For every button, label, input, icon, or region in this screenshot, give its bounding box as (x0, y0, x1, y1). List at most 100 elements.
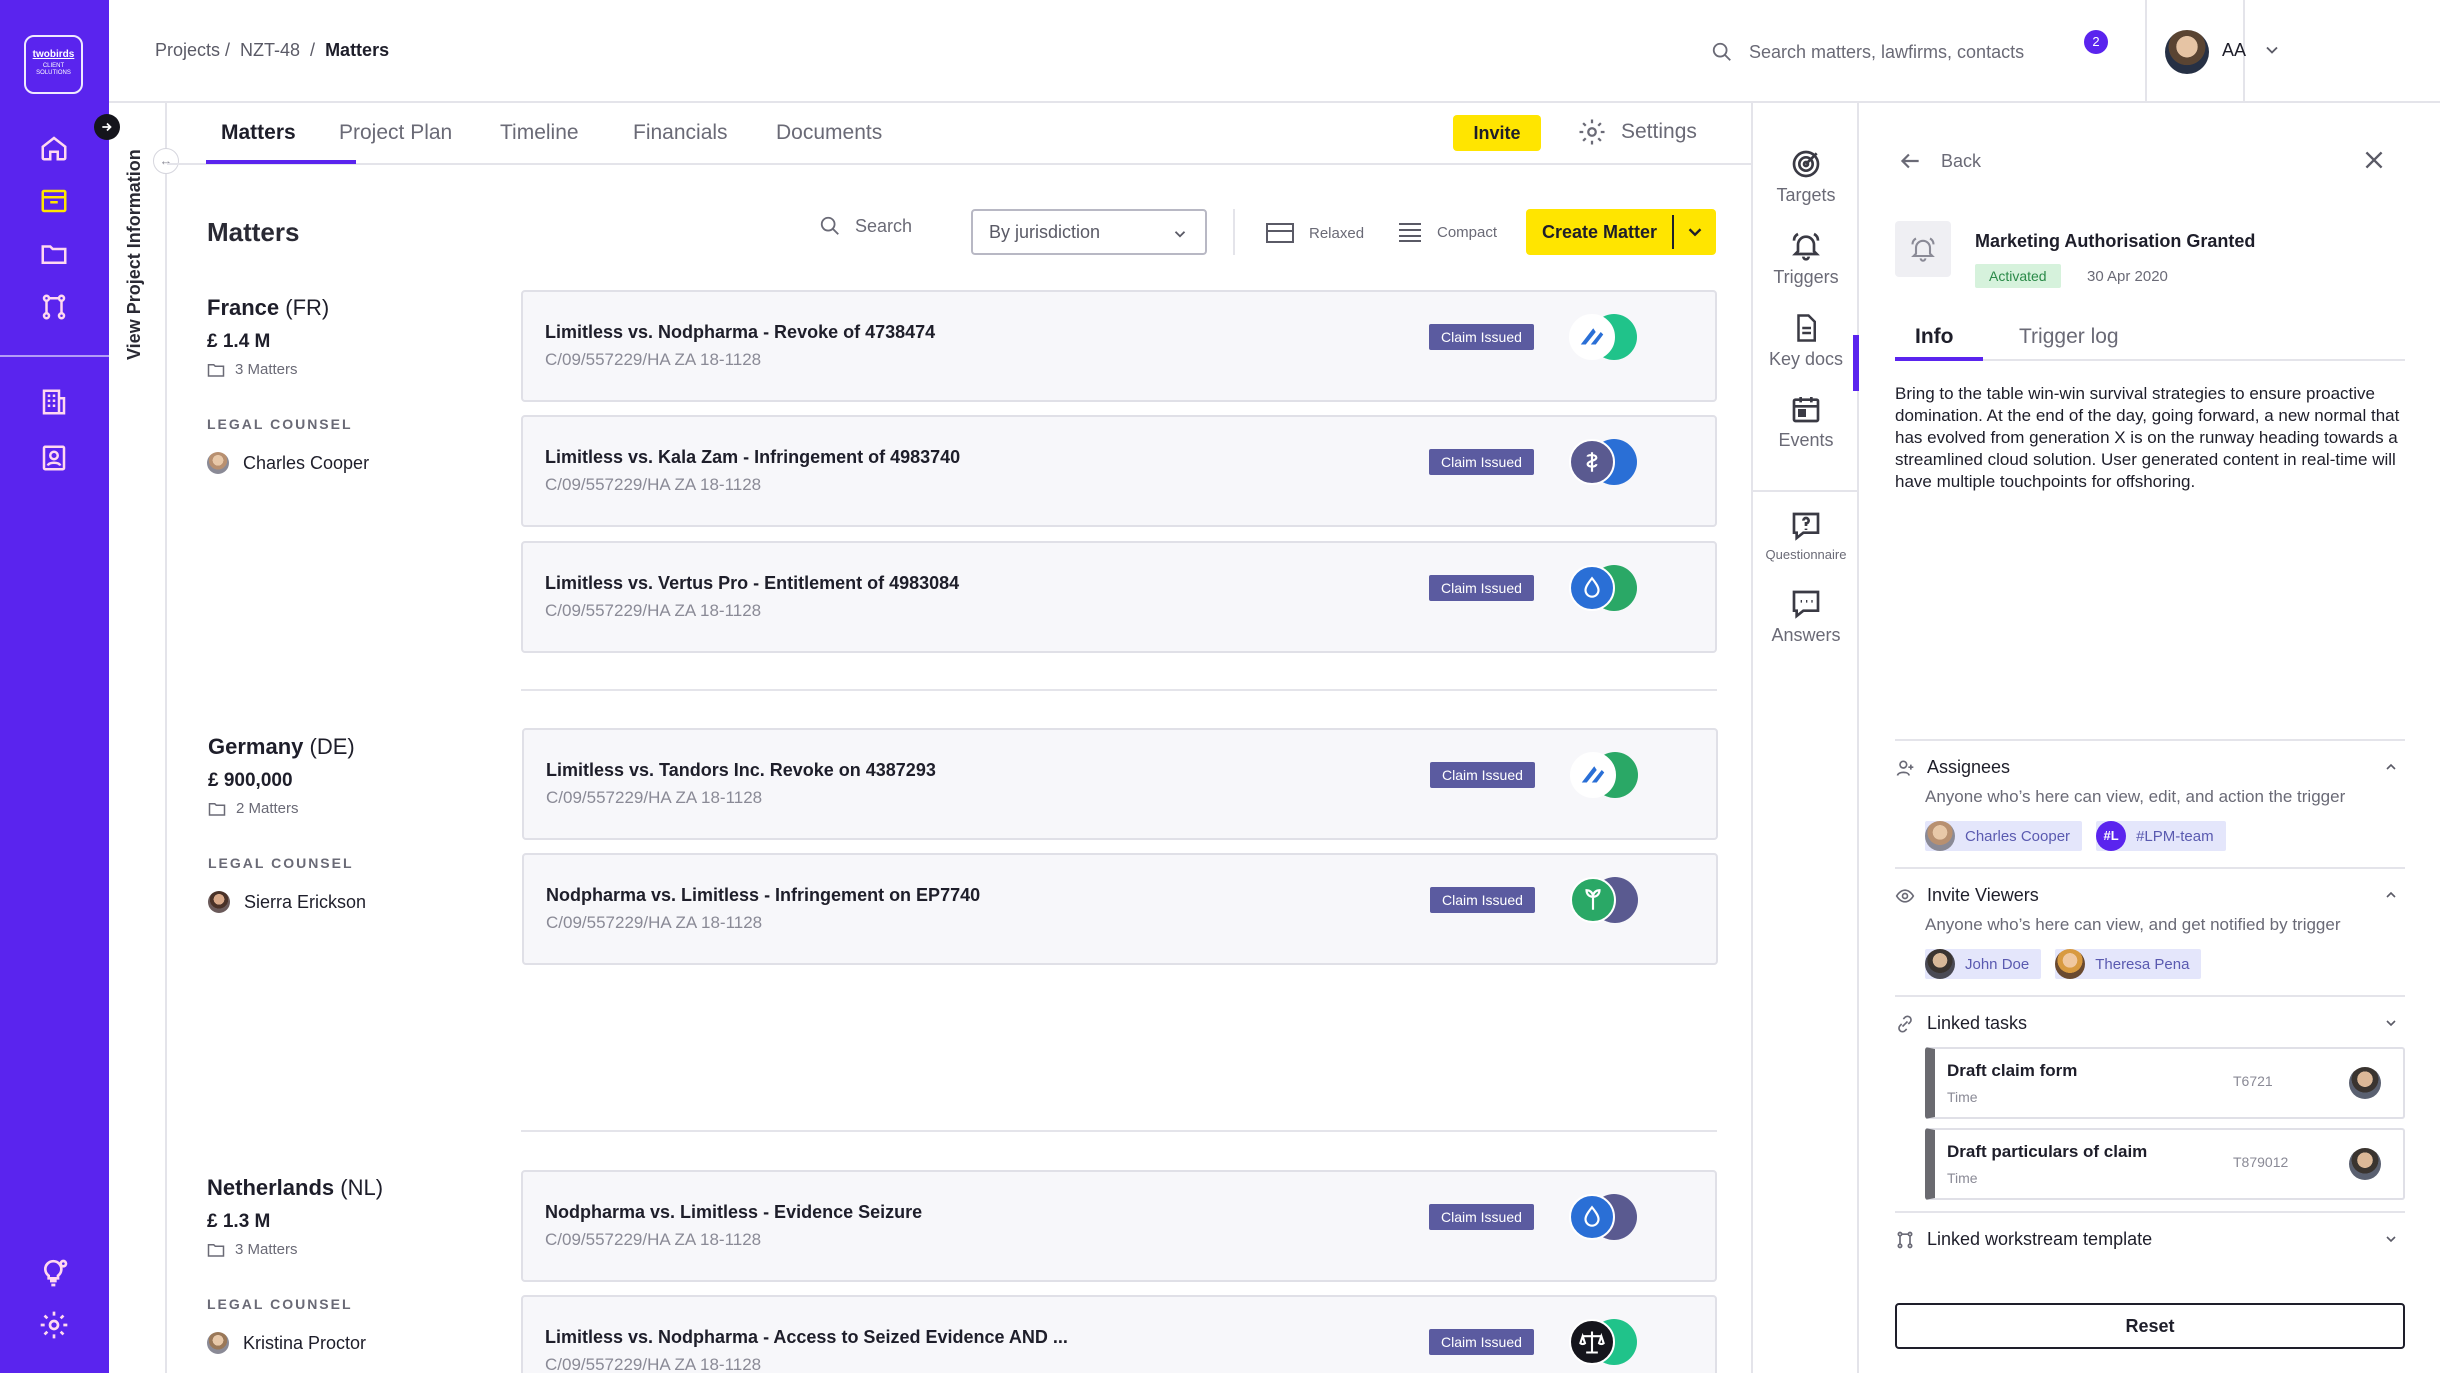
left-rail: twobirds CLIENT SOLUTIONS (0, 0, 109, 1373)
matters-count: 3 Matters (235, 361, 298, 378)
trigger-icon-column: Targets Triggers Key docs Events Questio… (1751, 103, 1859, 1373)
chat-icon (1792, 590, 1820, 619)
folder-icon (207, 1243, 225, 1257)
key-docs-nav-item[interactable]: Key docs (1753, 311, 1859, 370)
breadcrumb-project[interactable]: NZT-48 (240, 40, 300, 61)
status-badge: Claim Issued (1429, 1329, 1534, 1355)
chevron-up-icon[interactable] (2383, 759, 2399, 780)
icon-column-divider (1753, 490, 1859, 492)
company-logo[interactable]: twobirds CLIENT SOLUTIONS (24, 35, 83, 94)
global-search-placeholder: Search matters, lawfirms, contacts (1749, 41, 2025, 62)
compact-view-option[interactable]: Compact (1397, 221, 1497, 243)
folder-icon (207, 363, 225, 377)
reset-button[interactable]: Reset (1895, 1303, 2405, 1349)
matter-card[interactable]: Limitless vs. Vertus Pro - Entitlement o… (521, 541, 1717, 653)
trigger-bell-icon (1895, 221, 1951, 277)
events-nav-item[interactable]: Events (1753, 392, 1859, 451)
targets-label: Targets (1776, 185, 1836, 205)
folder-icon (208, 802, 226, 816)
main-tabs: Matters Project Plan Timeline Financials… (167, 103, 1751, 165)
linked-workstream-header[interactable]: Linked workstream template (1895, 1229, 2152, 1250)
matters-search[interactable]: Search (819, 215, 912, 237)
viewer-chips: John Doe Theresa Pena (1925, 949, 2202, 979)
logo-tagline: CLIENT SOLUTIONS (36, 63, 71, 76)
tab-matters[interactable]: Matters (221, 121, 296, 145)
invite-viewers-header[interactable]: Invite Viewers (1895, 885, 2039, 906)
invite-button[interactable]: Invite (1453, 115, 1541, 151)
workflow-icon[interactable] (37, 290, 71, 324)
triggers-nav-item[interactable]: Triggers (1753, 229, 1859, 288)
tab-financials[interactable]: Financials (633, 121, 728, 145)
breadcrumb-projects[interactable]: Projects / (155, 40, 230, 61)
group-divider (521, 1130, 1717, 1132)
tab-timeline[interactable]: Timeline (500, 121, 579, 145)
back-button[interactable]: Back (1897, 148, 1981, 174)
task-title: Draft claim form (1947, 1061, 2078, 1080)
assignee-chip[interactable]: Charles Cooper (1925, 821, 2083, 851)
user-avatar[interactable] (2165, 30, 2209, 74)
matter-card[interactable]: Nodpharma vs. Limitless - Evidence Seizu… (521, 1170, 1717, 1282)
linked-task[interactable]: Draft claim form Time T6721 (1925, 1047, 2405, 1119)
answers-nav-item[interactable]: Answers (1753, 587, 1859, 646)
matter-card[interactable]: Limitless vs. Tandors Inc. Revoke on 438… (522, 728, 1718, 840)
party-logos (1569, 563, 1639, 613)
expand-arrow-icon[interactable] (94, 114, 120, 140)
building-icon[interactable] (37, 385, 71, 419)
chevron-down-icon[interactable] (2383, 1015, 2399, 1036)
relaxed-view-option[interactable]: Relaxed (1265, 221, 1364, 245)
task-id: T879012 (2233, 1154, 2289, 1170)
chevron-down-icon[interactable] (1684, 221, 1706, 248)
team-chip[interactable]: #L #LPM-team (2096, 821, 2226, 851)
chevron-up-icon[interactable] (2383, 887, 2399, 908)
tab-project-plan[interactable]: Project Plan (339, 121, 452, 145)
settings-icon[interactable] (37, 1308, 71, 1342)
tab-info[interactable]: Info (1915, 325, 1953, 349)
task-id: T6721 (2233, 1073, 2273, 1089)
contact-icon[interactable] (37, 441, 71, 475)
viewer-chip[interactable]: Theresa Pena (2055, 949, 2202, 979)
questionnaire-nav-item[interactable]: Questionnaire (1753, 509, 1859, 562)
legal-counsel[interactable]: Charles Cooper (207, 452, 369, 474)
invite-viewers-section: Invite Viewers Anyone who’s here can vie… (1895, 867, 2405, 995)
user-initials[interactable]: AA (2222, 40, 2246, 61)
linked-task[interactable]: Draft particulars of claim Time T879012 (1925, 1128, 2405, 1200)
view-project-information[interactable]: View Project Information (124, 149, 145, 360)
bell-icon (1792, 232, 1820, 261)
relaxed-label: Relaxed (1309, 224, 1365, 242)
chevron-down-icon[interactable] (2383, 1231, 2399, 1252)
tab-trigger-log[interactable]: Trigger log (2019, 325, 2119, 349)
matter-card[interactable]: Limitless vs. Nodpharma - Access to Seiz… (521, 1295, 1717, 1373)
search-icon (1712, 42, 1731, 61)
home-icon[interactable] (37, 131, 71, 165)
logo-name: twobirds (32, 49, 75, 60)
matter-title: Nodpharma vs. Limitless - Evidence Seizu… (545, 1202, 923, 1222)
matter-card[interactable]: Limitless vs. Kala Zam - Infringement of… (521, 415, 1717, 527)
linked-tasks-header[interactable]: Linked tasks (1895, 1013, 2027, 1034)
global-search[interactable]: Search matters, lawfirms, contacts (1711, 36, 2211, 68)
status-badge: Activated (1975, 264, 2061, 288)
avatar (2055, 949, 2086, 979)
target-icon (1792, 150, 1820, 178)
lightbulb-gear-icon[interactable] (37, 1256, 71, 1290)
matter-card[interactable]: Limitless vs. Nodpharma - Revoke of 4738… (521, 290, 1717, 402)
targets-nav-item[interactable]: Targets (1753, 147, 1859, 206)
country-name: France (207, 295, 280, 320)
tab-documents[interactable]: Documents (776, 121, 882, 145)
legal-counsel[interactable]: Kristina Proctor (207, 1332, 366, 1354)
party-logo-icon (1569, 314, 1615, 360)
matter-card[interactable]: Nodpharma vs. Limitless - Infringement o… (522, 853, 1718, 965)
invite-viewers-title: Invite Viewers (1927, 885, 2039, 905)
settings-button[interactable]: Settings (1577, 117, 1697, 147)
group-country: Germany (DE) (208, 734, 355, 760)
jurisdiction-select[interactable]: By jurisdiction (971, 209, 1207, 255)
counsel-name: Sierra Erickson (244, 891, 367, 912)
folder-icon[interactable] (37, 237, 71, 271)
create-matter-button[interactable]: Create Matter (1526, 209, 1716, 255)
viewer-chip[interactable]: John Doe (1925, 949, 2042, 979)
chevron-down-icon[interactable] (2262, 40, 2282, 65)
close-icon[interactable] (2361, 147, 2387, 178)
legal-counsel[interactable]: Sierra Erickson (208, 891, 366, 913)
inbox-icon[interactable] (37, 184, 71, 218)
assignees-header[interactable]: Assignees (1895, 757, 2010, 778)
create-matter-label: Create Matter (1542, 222, 1658, 242)
